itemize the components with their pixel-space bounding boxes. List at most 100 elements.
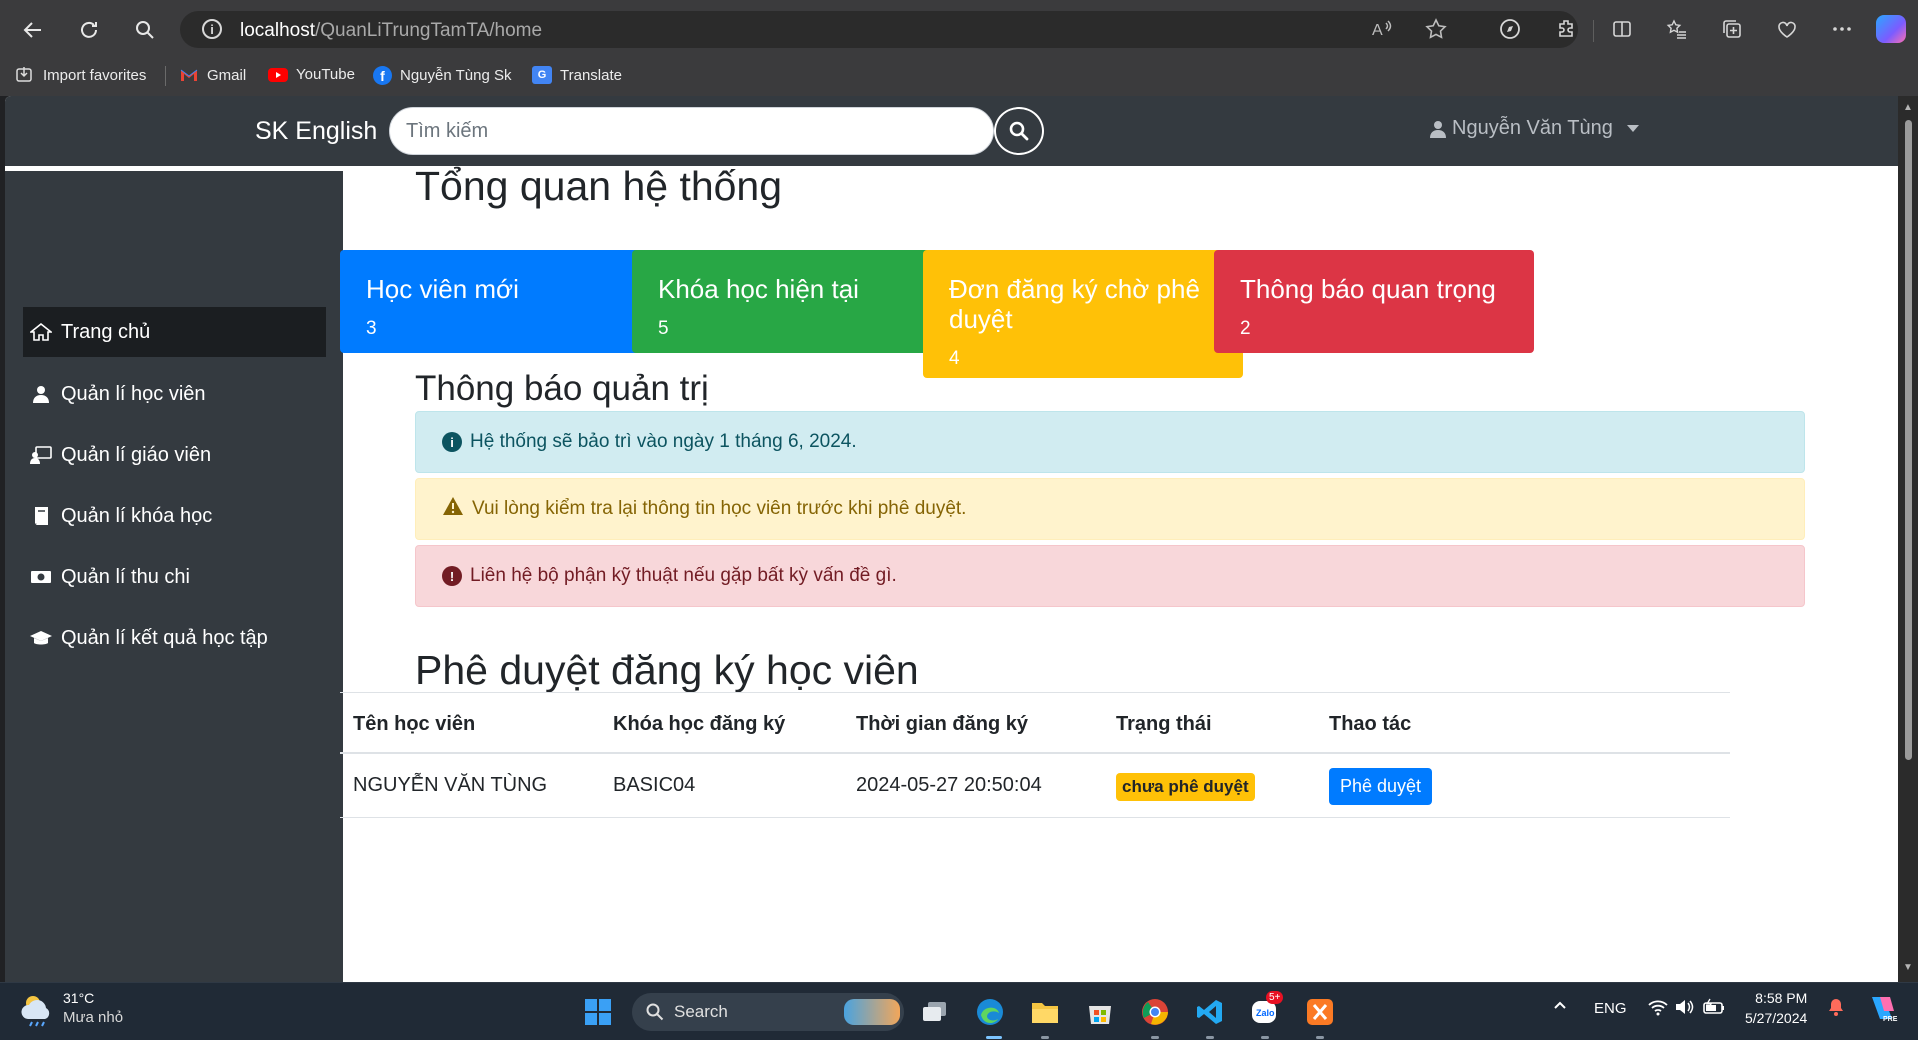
arrow-left-icon — [23, 22, 41, 38]
windows-taskbar: 31°C Mưa nhỏ Search Zalo 5+ ENG 8:58 PM … — [0, 982, 1918, 1040]
browser-toolbar: i localhost/QuanLiTrungTamTA/home A — [0, 0, 1918, 58]
sidebar-item-results[interactable]: Quản lí kết quả học tập — [23, 613, 326, 663]
notices-title: Thông báo quản trị — [415, 369, 709, 408]
weather-description[interactable]: Mưa nhỏ — [63, 1009, 123, 1026]
user-dropdown[interactable]: Nguyễn Văn Tùng — [1430, 117, 1639, 140]
microsoft-store-icon[interactable] — [1083, 995, 1117, 1029]
battery-icon[interactable] — [1702, 998, 1726, 1020]
search-icon — [136, 21, 154, 39]
more-menu-icon[interactable] — [1827, 14, 1857, 44]
edge-app-icon[interactable] — [973, 995, 1007, 1029]
facebook-icon: f — [373, 66, 392, 85]
zalo-icon[interactable]: Zalo 5+ — [1248, 991, 1284, 1029]
card-important-notices: Thông báo quan trọng 2 — [1214, 250, 1534, 353]
sidebar-item-students[interactable]: Quản lí học viên — [23, 369, 326, 419]
column-registration-time: Thời gian đăng ký — [856, 713, 1029, 735]
table-header: Tên học viên Khóa học đăng ký Thời gian … — [340, 692, 1730, 754]
scroll-thumb[interactable] — [1905, 120, 1912, 760]
sidebar: Trang chủ Quản lí học viên Quản lí giáo … — [5, 171, 343, 982]
sidebar-item-home[interactable]: Trang chủ — [23, 307, 326, 357]
vscode-icon[interactable] — [1193, 995, 1227, 1029]
chevron-up-icon[interactable] — [1552, 997, 1568, 1017]
explorer-running-indicator — [1041, 1036, 1049, 1039]
favorite-star-icon[interactable] — [1424, 17, 1448, 47]
site-info-icon[interactable]: i — [202, 19, 222, 39]
cell-student-name: NGUYỄN VĂN TÙNG — [353, 774, 548, 796]
favorites-list-icon[interactable] — [1662, 14, 1692, 44]
scroll-up-icon[interactable]: ▲ — [1903, 102, 1913, 113]
notification-bell-icon[interactable] — [1826, 997, 1846, 1021]
wifi-icon[interactable] — [1648, 998, 1668, 1020]
svg-text:PRE: PRE — [1883, 1016, 1898, 1023]
compass-icon[interactable] — [1495, 14, 1525, 44]
language-indicator[interactable]: ENG — [1594, 1000, 1627, 1017]
refresh-button[interactable] — [72, 13, 106, 47]
book-icon — [29, 506, 53, 526]
approve-button[interactable]: Phê duyệt — [1329, 768, 1433, 805]
user-icon — [1430, 120, 1446, 138]
sidebar-item-courses[interactable]: Quản lí khóa học — [23, 491, 326, 541]
card-pending-registrations: Đơn đăng ký chờ phê duyệt 4 — [923, 250, 1243, 378]
page-viewport: SK English Nguyễn Văn Tùng Trang chủ Quả… — [5, 96, 1898, 982]
back-button[interactable] — [16, 13, 50, 47]
extensions-icon[interactable] — [1551, 14, 1581, 44]
read-aloud-icon[interactable]: A — [1370, 17, 1394, 47]
import-icon — [15, 66, 35, 84]
copilot-taskbar-icon[interactable]: PRE — [1866, 993, 1898, 1027]
weather-temperature[interactable]: 31°C — [63, 990, 94, 1006]
sidebar-item-teachers[interactable]: Quản lí giáo viên — [23, 430, 326, 480]
split-screen-icon[interactable] — [1607, 14, 1637, 44]
zalo-running-indicator — [1261, 1036, 1269, 1039]
volume-icon[interactable] — [1674, 998, 1694, 1020]
bookmark-facebook[interactable]: f Nguyễn Tùng Sk — [373, 66, 511, 85]
xampp-running-indicator — [1316, 1036, 1324, 1039]
column-actions: Thao tác — [1329, 713, 1412, 735]
search-highlight-icon — [844, 999, 900, 1025]
bookmark-import-favorites[interactable]: Import favorites — [15, 66, 146, 84]
collections-icon[interactable] — [1717, 14, 1747, 44]
card-current-courses: Khóa học hiện tại 5 — [632, 250, 952, 353]
task-view-icon[interactable] — [918, 995, 952, 1029]
card-new-students: Học viên mới 3 — [340, 250, 660, 353]
copilot-icon[interactable] — [1876, 15, 1906, 43]
taskbar-search[interactable]: Search — [632, 993, 904, 1031]
bookmark-gmail[interactable]: Gmail — [179, 66, 246, 84]
graduation-cap-icon — [29, 629, 53, 647]
status-badge: chưa phê duyệt — [1116, 773, 1255, 801]
page-scrollbar[interactable]: ▲ ▼ — [1898, 96, 1918, 982]
bookmark-translate[interactable]: G Translate — [532, 66, 622, 84]
windows-start-icon[interactable] — [581, 995, 615, 1029]
column-course: Khóa học đăng ký — [613, 713, 786, 735]
browser-essentials-icon[interactable] — [1772, 14, 1802, 44]
search-button[interactable] — [994, 107, 1044, 155]
column-student-name: Tên học viên — [353, 713, 476, 735]
alert-danger: ! Liên hệ bộ phận kỹ thuật nếu gặp bất k… — [415, 545, 1805, 607]
translate-icon: G — [532, 66, 552, 84]
info-circle-icon: i — [442, 432, 462, 452]
search-page-button[interactable] — [128, 13, 162, 47]
bookmarks-separator — [165, 66, 166, 86]
file-explorer-icon[interactable] — [1028, 995, 1062, 1029]
user-name: Nguyễn Văn Tùng — [1452, 117, 1613, 139]
search-input[interactable] — [390, 108, 993, 154]
youtube-icon — [268, 67, 288, 82]
system-clock[interactable]: 8:58 PM 5/27/2024 — [1745, 988, 1807, 1028]
teacher-icon — [29, 446, 53, 464]
scroll-down-icon[interactable]: ▼ — [1903, 962, 1913, 973]
svg-text:Zalo: Zalo — [1256, 1008, 1275, 1018]
brand-logo[interactable]: SK English — [255, 117, 377, 146]
sidebar-item-finance[interactable]: Quản lí thu chi — [23, 552, 326, 602]
xampp-icon[interactable] — [1303, 995, 1337, 1029]
refresh-icon — [81, 21, 97, 38]
cell-registration-time: 2024-05-27 20:50:04 — [856, 774, 1042, 796]
vscode-running-indicator — [1206, 1036, 1214, 1039]
url-text[interactable]: localhost/QuanLiTrungTamTA/home — [240, 20, 542, 42]
chrome-icon[interactable] — [1138, 995, 1172, 1029]
address-bar[interactable]: i localhost/QuanLiTrungTamTA/home A — [180, 11, 1578, 48]
search-field[interactable] — [389, 107, 994, 155]
toolbar-separator — [1593, 20, 1594, 42]
exclamation-circle-icon: ! — [442, 566, 462, 586]
weather-rain-icon[interactable] — [20, 993, 56, 1027]
bookmark-youtube[interactable]: YouTube — [268, 66, 355, 83]
alert-info: i Hệ thống sẽ bảo trì vào ngày 1 tháng 6… — [415, 411, 1805, 473]
